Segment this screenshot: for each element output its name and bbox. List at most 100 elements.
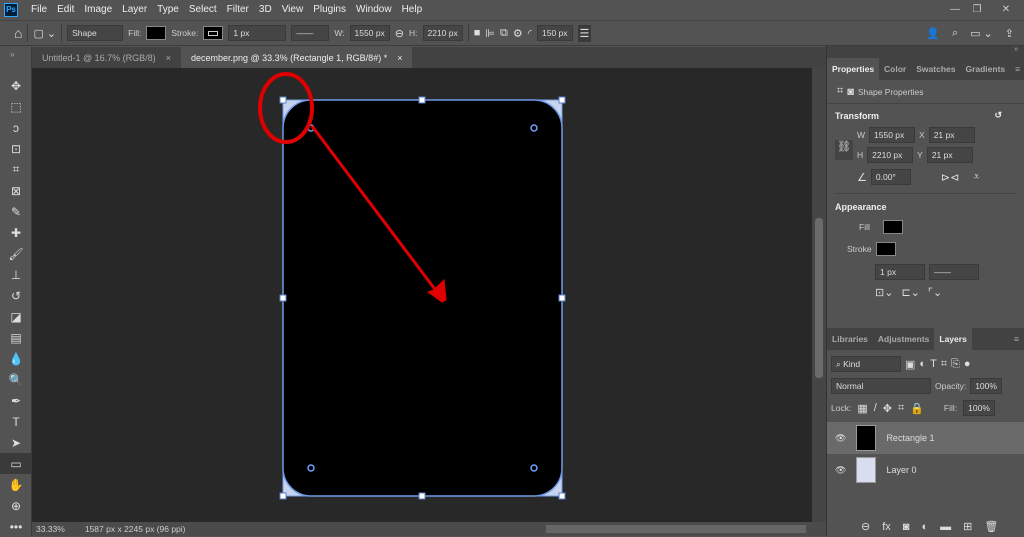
canvas-area[interactable] — [32, 68, 812, 522]
trash-icon[interactable]: 🗑 — [984, 520, 998, 533]
gear-icon[interactable]: ⚙ — [513, 27, 523, 40]
crop-tool-icon[interactable]: ⌗ — [0, 159, 32, 180]
width-input[interactable]: 1550 px — [349, 25, 390, 41]
reset-transform-icon[interactable]: ↺ — [994, 110, 1002, 121]
minimize-button[interactable]: — — [944, 3, 966, 17]
shape-properties-icon[interactable]: ⌗ — [837, 85, 843, 98]
stroke-swatch[interactable] — [203, 26, 224, 40]
rectangle-tool-preset-icon[interactable]: ▢ ⌄ — [33, 27, 56, 40]
tab-adjustments[interactable]: Adjustments — [873, 328, 934, 350]
menu-select[interactable]: Select — [184, 4, 222, 15]
object-selection-tool-icon[interactable]: ⊡ — [0, 138, 32, 159]
shape-x-input[interactable]: 21 px — [928, 127, 975, 143]
menu-type[interactable]: Type — [152, 4, 184, 15]
hand-tool-icon[interactable]: ✋ — [0, 474, 32, 495]
adjustment-layer-icon[interactable]: ◐ — [921, 521, 928, 533]
path-operations-icon[interactable]: ■ — [474, 27, 481, 39]
document-canvas[interactable] — [32, 68, 812, 522]
corner-radius-input[interactable]: 150 px — [537, 25, 573, 41]
lock-artboard-icon[interactable]: ⌗ — [898, 402, 904, 415]
link-dimensions-icon[interactable]: ⛓ — [835, 140, 853, 160]
stroke-align-icon[interactable]: ⊡⌄ — [875, 286, 893, 299]
menu-layer[interactable]: Layer — [117, 4, 152, 15]
tool-mode-select[interactable]: Shape — [67, 25, 124, 41]
brush-tool-icon[interactable]: 🖌 — [0, 243, 32, 264]
appearance-fill-swatch[interactable] — [883, 220, 903, 234]
eyedropper-tool-icon[interactable]: ✎ — [0, 201, 32, 222]
tab-swatches[interactable]: Swatches — [911, 58, 960, 80]
dodge-tool-icon[interactable]: 🔍 — [0, 369, 32, 390]
flip-horizontal-icon[interactable]: ⊳⊲ — [941, 171, 959, 184]
history-brush-tool-icon[interactable]: ↺ — [0, 285, 32, 306]
zoom-tool-icon[interactable]: ⊕ — [0, 495, 32, 516]
filter-adjustment-icon[interactable]: ◐ — [919, 358, 926, 370]
menu-file[interactable]: File — [26, 4, 52, 15]
appearance-stroke-swatch[interactable] — [875, 242, 896, 256]
link-icon[interactable]: ⊖ — [395, 27, 404, 40]
filter-smart-object-icon[interactable]: ⎘ — [951, 358, 960, 371]
filter-type-icon[interactable]: T — [930, 358, 937, 370]
group-folder-icon[interactable]: ▬ — [940, 521, 951, 533]
move-tool-icon[interactable]: ✥ — [0, 75, 32, 96]
lock-transparent-icon[interactable]: ▦ — [857, 402, 867, 415]
type-tool-icon[interactable]: T — [0, 411, 32, 432]
shape-y-input[interactable]: 21 px — [926, 147, 973, 163]
panel-menu-icon[interactable]: ≡ — [1010, 58, 1024, 80]
filter-pixel-icon[interactable]: ▣ — [905, 358, 915, 371]
tab-gradients[interactable]: Gradients — [960, 58, 1010, 80]
layer-row-rectangle-1[interactable]: 👁 Rectangle 1 — [827, 422, 1024, 454]
rectangle-tool-icon[interactable]: ▭ — [0, 453, 32, 474]
stroke-corner-icon[interactable]: ⌜⌄ — [928, 286, 942, 299]
eraser-tool-icon[interactable]: ◪ — [0, 306, 32, 327]
layers-menu-icon[interactable]: ≡ — [1009, 328, 1024, 350]
shape-height-input[interactable]: 2210 px — [867, 147, 914, 163]
home-icon[interactable]: ⌂ — [14, 25, 22, 41]
lock-position-icon[interactable]: ✥ — [883, 402, 892, 415]
tab-december[interactable]: december.png @ 33.3% (Rectangle 1, RGB/8… — [180, 47, 413, 68]
tab-layers[interactable]: Layers — [934, 328, 972, 350]
frame-tool-icon[interactable]: ⊠ — [0, 180, 32, 201]
tab-untitled-1[interactable]: Untitled-1 @ 16.7% (RGB/8) × — [32, 47, 181, 68]
opacity-input[interactable]: 100% — [970, 378, 1002, 394]
zoom-level[interactable]: 33.33% — [36, 524, 65, 534]
clone-stamp-tool-icon[interactable]: ⊥ — [0, 264, 32, 285]
share-icon[interactable]: ⇪ — [1005, 27, 1014, 40]
mask-icon[interactable]: ◙ — [847, 86, 854, 98]
stroke-cap-icon[interactable]: ⊏⌄ — [901, 286, 919, 299]
path-arrangement-icon[interactable]: ⧉ — [500, 27, 508, 40]
filter-shape-icon[interactable]: ⌗ — [941, 358, 947, 371]
visibility-eye-icon[interactable]: 👁 — [835, 465, 846, 476]
visibility-eye-icon[interactable]: 👁 — [835, 433, 846, 444]
healing-brush-tool-icon[interactable]: ✚ — [0, 222, 32, 243]
menu-filter[interactable]: Filter — [222, 4, 254, 15]
share-user-icon[interactable]: 👤 — [926, 27, 940, 40]
angle-input[interactable]: 0.00° — [870, 169, 911, 185]
more-tools-icon[interactable]: ••• — [0, 516, 32, 537]
filter-toggle-icon[interactable]: ● — [964, 358, 971, 370]
new-layer-icon[interactable]: ⊞ — [963, 520, 972, 533]
document-info[interactable]: 1587 px x 2245 px (96 ppi) — [85, 524, 186, 534]
menu-help[interactable]: Help — [397, 4, 428, 15]
horizontal-scrollbar[interactable] — [546, 525, 806, 533]
tab-color[interactable]: Color — [879, 58, 911, 80]
stroke-type-select[interactable]: —— — [291, 25, 330, 41]
layer-row-layer-0[interactable]: 👁 Layer 0 — [827, 454, 1024, 486]
search-icon[interactable]: ⌕ — [952, 27, 958, 40]
fx-icon[interactable]: fx — [882, 521, 891, 533]
menu-edit[interactable]: Edit — [52, 4, 79, 15]
height-input[interactable]: 2210 px — [422, 25, 463, 41]
fill-swatch[interactable] — [146, 26, 167, 40]
align-edges-icon[interactable]: ☰ — [577, 24, 592, 42]
layer-filter-select[interactable]: ⌕ Kind — [831, 356, 901, 372]
blur-tool-icon[interactable]: 💧 — [0, 348, 32, 369]
appearance-stroke-type-select[interactable]: —— — [929, 264, 979, 280]
layer-fill-input[interactable]: 100% — [963, 400, 995, 416]
menu-plugins[interactable]: Plugins — [308, 4, 351, 15]
path-alignment-icon[interactable]: ⊫ — [485, 27, 495, 40]
close-tab-icon[interactable]: × — [397, 53, 402, 63]
close-button[interactable]: ✕ — [988, 3, 1024, 17]
lock-all-icon[interactable]: 🔒 — [910, 402, 924, 415]
tab-properties[interactable]: Properties — [827, 58, 880, 80]
pen-tool-icon[interactable]: ✒ — [0, 390, 32, 411]
menu-3d[interactable]: 3D — [254, 4, 277, 15]
